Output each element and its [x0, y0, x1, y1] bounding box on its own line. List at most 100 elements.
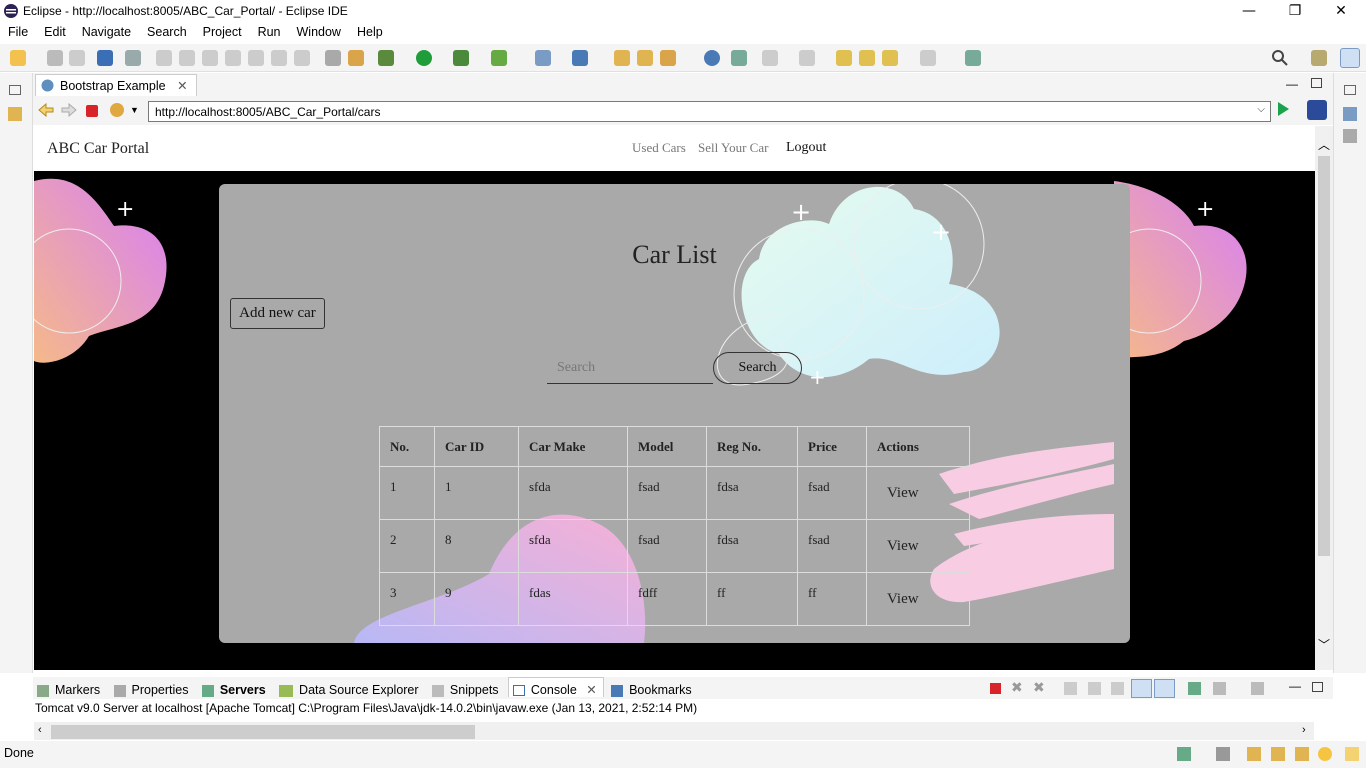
browser-engine-icon[interactable]	[1307, 100, 1327, 120]
status-server-icon[interactable]	[1177, 747, 1191, 761]
external-tools-icon[interactable]	[491, 50, 507, 66]
task-list-icon[interactable]	[1343, 129, 1357, 143]
status-pen-icon[interactable]	[1295, 747, 1309, 761]
restore-view-right-icon[interactable]	[1344, 85, 1356, 95]
show-console-stdout-icon[interactable]	[1131, 679, 1152, 698]
go-icon[interactable]	[1278, 102, 1289, 116]
close-icon[interactable]: ✕	[1318, 2, 1364, 20]
tab-snippets[interactable]: Snippets	[428, 679, 505, 697]
console-scrollbar-thumb[interactable]	[51, 725, 475, 739]
save-all-icon[interactable]	[69, 50, 85, 66]
scroll-left-icon[interactable]: ‹	[38, 724, 42, 736]
open-console-icon[interactable]	[1251, 682, 1264, 695]
step-return-icon[interactable]	[294, 50, 310, 66]
status-smile-icon[interactable]	[1318, 747, 1332, 761]
forward-edit-icon[interactable]	[859, 50, 875, 66]
prev-annotation-icon[interactable]	[799, 50, 815, 66]
suspend-icon[interactable]	[179, 50, 195, 66]
tab-data-source-explorer[interactable]: Data Source Explorer	[275, 679, 425, 697]
view-button[interactable]: View	[887, 485, 919, 502]
status-tip-icon[interactable]	[1345, 747, 1359, 761]
use-step-filters-icon[interactable]	[325, 50, 341, 66]
terminate-icon[interactable]	[202, 50, 218, 66]
menu-file[interactable]: File	[0, 22, 36, 39]
open-task-icon[interactable]	[637, 50, 653, 66]
tab-servers[interactable]: Servers	[198, 679, 272, 697]
nav-logout[interactable]: Logout	[786, 140, 826, 156]
url-input[interactable]: http://localhost:8005/ABC_Car_Portal/car…	[148, 101, 1271, 122]
minimize-icon[interactable]: —	[1226, 2, 1272, 20]
menu-search[interactable]: Search	[139, 22, 195, 39]
scroll-lock-icon[interactable]	[1088, 682, 1101, 695]
next-annotation-icon[interactable]	[762, 50, 778, 66]
tab-bootstrap-example[interactable]: Bootstrap Example ✕	[35, 74, 197, 96]
menu-run[interactable]: Run	[250, 22, 289, 39]
brand-link[interactable]: ABC Car Portal	[47, 140, 149, 158]
tab-bookmarks[interactable]: Bookmarks	[607, 679, 698, 697]
close-tab-icon[interactable]: ✕	[177, 79, 187, 93]
word-wrap-icon[interactable]	[1111, 682, 1124, 695]
close-console-icon[interactable]: ✕	[586, 683, 596, 697]
skip-breakpoints-icon[interactable]	[125, 50, 141, 66]
page-scrollbar-thumb[interactable]	[1318, 156, 1330, 556]
search-input[interactable]: Search	[547, 356, 713, 384]
save-icon[interactable]	[47, 50, 63, 66]
scroll-up-icon[interactable]: ︿	[1318, 136, 1330, 153]
run-icon[interactable]	[416, 50, 432, 66]
terminal-icon[interactable]	[97, 50, 113, 66]
new-class-icon[interactable]	[572, 50, 588, 66]
stop-icon[interactable]	[86, 105, 98, 117]
show-console-stderr-icon[interactable]	[1154, 679, 1175, 698]
step-into-icon[interactable]	[248, 50, 264, 66]
search-icon[interactable]	[1271, 49, 1289, 67]
outline-icon[interactable]	[1343, 107, 1357, 121]
forward-icon[interactable]	[920, 50, 936, 66]
tab-markers[interactable]: Markers	[33, 679, 106, 697]
view-button[interactable]: View	[887, 538, 919, 555]
nav-used-cars[interactable]: Used Cars	[632, 140, 686, 156]
disconnect-icon[interactable]	[225, 50, 241, 66]
status-book-icon[interactable]	[1247, 747, 1261, 761]
debug-icon[interactable]	[378, 50, 394, 66]
open-perspective-icon[interactable]	[1311, 50, 1327, 66]
minimize-panel-icon[interactable]: —	[1289, 679, 1301, 693]
globe-icon[interactable]	[704, 50, 720, 66]
package-explorer-icon[interactable]	[8, 107, 22, 121]
new-icon[interactable]	[10, 50, 26, 66]
scroll-down-icon[interactable]: ﹀	[1318, 636, 1330, 653]
back-icon[interactable]	[882, 50, 898, 66]
annotation-icon[interactable]	[731, 50, 747, 66]
new-server-icon[interactable]	[535, 50, 551, 66]
search-tool-icon[interactable]	[660, 50, 676, 66]
nav-sell-car[interactable]: Sell Your Car	[698, 140, 768, 156]
java-ee-perspective-icon[interactable]	[1340, 48, 1360, 68]
terminate-console-icon[interactable]	[990, 683, 1001, 694]
pin-editor-icon[interactable]	[965, 50, 981, 66]
tab-console[interactable]: Console ✕	[507, 677, 604, 697]
menu-edit[interactable]: Edit	[36, 22, 74, 39]
add-new-car-button[interactable]: Add new car	[230, 298, 325, 329]
back-arrow-icon[interactable]	[38, 103, 54, 117]
resume-icon[interactable]	[156, 50, 172, 66]
view-button[interactable]: View	[887, 591, 919, 608]
refresh-dropdown-icon[interactable]: ▼	[130, 105, 139, 115]
refresh-icon[interactable]	[110, 103, 124, 117]
clear-console-icon[interactable]	[1064, 682, 1077, 695]
menu-project[interactable]: Project	[195, 22, 250, 39]
step-over-icon[interactable]	[271, 50, 287, 66]
tab-properties[interactable]: Properties	[110, 679, 195, 697]
minimize-editor-icon[interactable]: —	[1286, 77, 1298, 91]
display-console-icon[interactable]	[1213, 682, 1226, 695]
remove-all-icon[interactable]: ✖	[1033, 679, 1045, 696]
search-button[interactable]: Search	[713, 352, 802, 384]
status-sync-icon[interactable]	[1216, 747, 1230, 761]
page-scrollbar[interactable]: ︿ ﹀	[1315, 126, 1333, 670]
menu-navigate[interactable]: Navigate	[74, 22, 139, 39]
open-type-icon[interactable]	[614, 50, 630, 66]
maximize-panel-icon[interactable]	[1312, 682, 1323, 692]
pin-console-icon[interactable]	[1188, 682, 1201, 695]
coverage-icon[interactable]	[453, 50, 469, 66]
url-dropdown-icon[interactable]: ⌵	[1257, 104, 1265, 115]
status-learn-icon[interactable]	[1271, 747, 1285, 761]
menu-window[interactable]: Window	[289, 22, 349, 39]
